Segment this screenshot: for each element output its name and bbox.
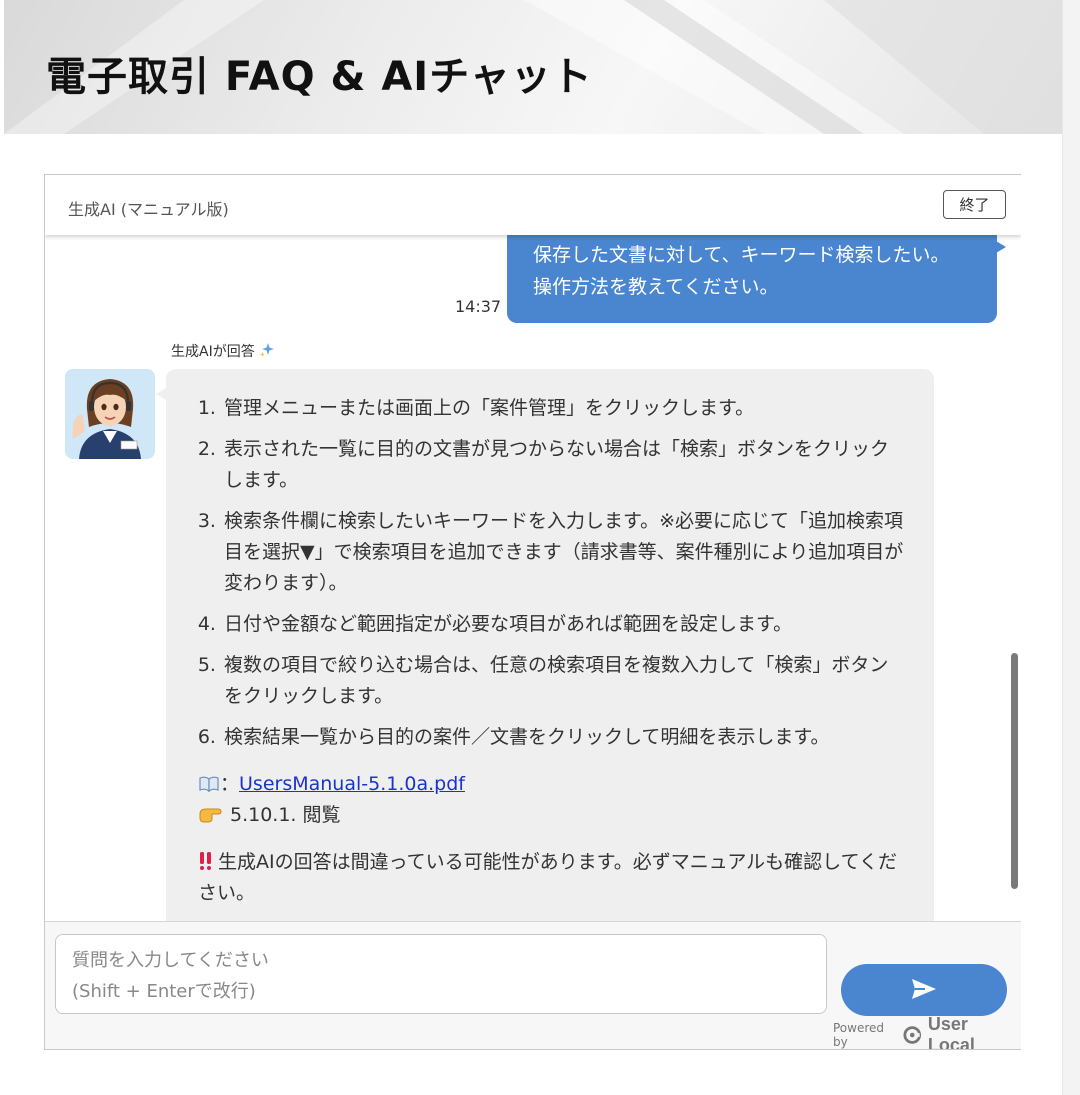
send-icon [912, 978, 936, 999]
user-message-line: 保存した文書に対して、キーワード検索したい。 [533, 244, 950, 266]
chat-header-title: 生成AI (マニュアル版) [68, 200, 229, 219]
message-timestamp: 14:37 [455, 297, 502, 316]
answer-step: 検索条件欄に検索したいキーワードを入力します。※必要に応じて「追加検索項目を選択… [222, 506, 904, 599]
input-area: Powered by User Local [45, 921, 1021, 1049]
user-message-line: 操作方法を教えてください。 [533, 276, 779, 298]
message-scrollbar-thumb[interactable] [1011, 653, 1018, 889]
book-icon [199, 776, 219, 793]
answer-warning: 生成AIの回答は間違っている可能性があります。必ずマニュアルも確認してください。 [198, 847, 904, 909]
manual-section: 5.10.1. 閲覧 [230, 804, 341, 826]
end-chat-button[interactable]: 終了 [943, 190, 1006, 219]
answer-step: 検索結果一覧から目的の案件／文書をクリックして明細を表示します。 [222, 722, 904, 753]
ai-avatar [65, 369, 155, 459]
send-button[interactable] [841, 964, 1007, 1016]
answer-step: 表示された一覧に目的の文書が見つからない場合は「検索」ボタンをクリックします。 [222, 434, 904, 496]
ai-message-bubble: 管理メニューまたは画面上の「案件管理」をクリックします。 表示された一覧に目的の… [166, 369, 934, 921]
page-scroll-track [1062, 0, 1080, 1095]
question-input[interactable] [55, 934, 827, 1014]
manual-pdf-link[interactable]: UsersManual-5.1.0a.pdf [239, 773, 465, 795]
powered-by-text: Powered by [833, 1021, 885, 1049]
page-title: 電子取引 FAQ & AIチャット [46, 54, 593, 100]
chat-widget: 生成AI (マニュアル版) 終了 保存した文書に対して、キーワード検索したい。 … [44, 174, 1021, 1050]
operator-avatar-illustration [65, 369, 155, 459]
message-list[interactable]: 保存した文書に対して、キーワード検索したい。 操作方法を教えてください。 14:… [45, 235, 1021, 921]
answer-step: 日付や金額など範囲指定が必要な項目があれば範囲を設定します。 [222, 609, 904, 640]
answer-warning-text: 生成AIの回答は間違っている可能性があります。必ずマニュアルも確認してください。 [198, 851, 898, 904]
powered-by: Powered by User Local [833, 1014, 1013, 1049]
manual-link-line: ：UsersManual-5.1.0a.pdf [198, 769, 904, 800]
header-banner: 電子取引 FAQ & AIチャット [4, 0, 1062, 134]
user-message-bubble: 保存した文書に対して、キーワード検索したい。 操作方法を教えてください。 [507, 235, 997, 323]
double-exclamation-icon [200, 852, 211, 870]
answer-step: 管理メニューまたは画面上の「案件管理」をクリックします。 [222, 393, 904, 424]
answer-steps: 管理メニューまたは画面上の「案件管理」をクリックします。 表示された一覧に目的の… [198, 393, 904, 753]
chat-header: 生成AI (マニュアル版) 終了 [45, 175, 1021, 235]
manual-section-line: 5.10.1. 閲覧 [198, 800, 904, 831]
manual-separator: ： [220, 773, 240, 795]
answer-step: 複数の項目で絞り込む場合は、任意の検索項目を複数入力して「検索」ボタンをクリック… [222, 650, 904, 712]
user-local-brand: User Local [927, 1014, 975, 1050]
ai-answer-label: 生成AIが回答 [171, 341, 275, 361]
manual-reference: ：UsersManual-5.1.0a.pdf 5.10.1. 閲覧 [198, 769, 904, 831]
ai-bubble-tail [156, 388, 166, 400]
pointing-hand-icon [199, 808, 222, 823]
sparkle-icon [260, 343, 275, 357]
user-bubble-tail [996, 241, 1006, 253]
ai-answer-label-text: 生成AIが回答 [171, 344, 255, 360]
user-local-logo-icon [903, 1026, 922, 1044]
